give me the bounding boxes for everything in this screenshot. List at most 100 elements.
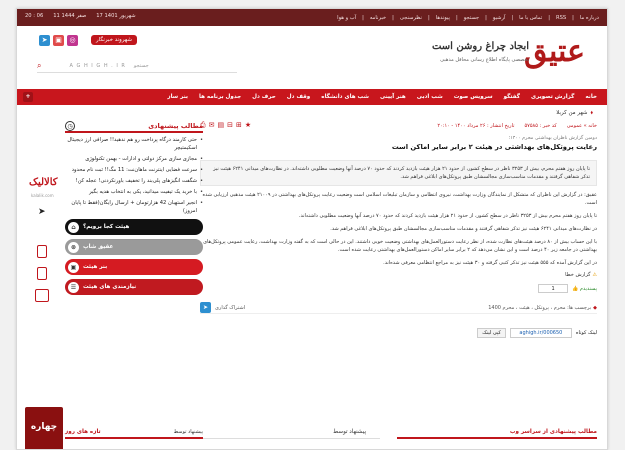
web-suggestions-title: مطالب پیشنهادی از سراسر وب <box>397 427 597 439</box>
suggested-item[interactable]: شگفت انگیزهای پلی‌بند را تخفیف باورنکردن… <box>65 177 203 185</box>
laptop-icon <box>35 289 49 302</box>
report-error-label[interactable]: گزارش خطا <box>565 272 590 278</box>
breadcrumb: ⬧شهر من کربلا <box>556 110 593 117</box>
nav-item[interactable]: حرف دل <box>252 94 276 100</box>
bottom-headers: مطالب پیشنهادی از سراسر وب پیشنهاد توسط <box>200 427 597 441</box>
bookmark-icon[interactable]: ★ <box>245 121 251 130</box>
recent-by: پیشنهاد توسط <box>173 429 203 435</box>
report-error[interactable]: ⚠گزارش خطا <box>200 272 597 278</box>
main-nav: خانه گزارش تصویری گفتگو سرویس صوت شب ادب… <box>17 89 607 105</box>
nav-item[interactable]: گزارش تصویری <box>531 94 574 100</box>
shop-label[interactable]: عقیق شاپ <box>83 244 113 250</box>
tag-icon: ◆ <box>593 304 597 311</box>
ad-url[interactable]: kalalik.com <box>31 193 54 198</box>
pdf-icon[interactable]: ▤ <box>217 121 224 130</box>
copy-link-button[interactable]: کپی لینک <box>477 328 506 338</box>
location-pin-icon: ⬧ <box>590 110 593 116</box>
top-link[interactable]: جستجو <box>464 15 479 21</box>
suggested-item[interactable]: سرعت فضایی اینترنت ماهان‌نت: 11 مگ!! ثبت… <box>65 166 203 174</box>
nav-item[interactable]: گفتگو <box>504 94 520 100</box>
like-count: 1 <box>538 284 569 293</box>
suggested-item[interactable]: حتی کارمند درگاه پرداخت رو هم ندهید!! صر… <box>65 136 203 152</box>
nav-item[interactable]: بنر ساز <box>167 94 188 100</box>
short-link-box: لینک کوتاه aghigh.ir/000650 کپی لینک <box>200 328 597 338</box>
top-link[interactable]: آرشیو <box>493 15 506 21</box>
search-icon[interactable]: ⌕ <box>37 61 41 71</box>
nav-item[interactable]: شب های دانشگاه <box>321 94 369 100</box>
search-input[interactable]: A G H I G H . I R <box>69 63 125 69</box>
email-icon[interactable]: ✉ <box>209 121 215 130</box>
top-link[interactable]: نظرسنجی <box>400 15 422 21</box>
chahar-ad[interactable]: چهاره <box>25 407 63 449</box>
recent-title: تازه های روز <box>65 429 101 435</box>
top-link[interactable]: درباره ما <box>580 15 599 21</box>
banner-label[interactable]: بنر هیئت <box>83 264 107 270</box>
top-links: درباره ما | RSS | تماس با ما | آرشیو | جستجو… <box>337 14 599 21</box>
like-bar: 1 👍 پسندیدم <box>200 284 597 293</box>
social-icons: ➤ ▣ ◎ <box>39 35 78 46</box>
tags-text[interactable]: برچسب ها: محرم ، پروتکل ، هیئت ، محرم 14… <box>488 305 591 311</box>
article-tools: ⎙ ✉ ▤ ⊟ ⊞ ★ <box>200 121 251 130</box>
ad-brand[interactable]: کالالیک <box>29 177 58 188</box>
where-to-go-label[interactable]: هیئت کجا برویم؟ <box>83 224 129 230</box>
top-link[interactable]: خبرنامه <box>370 15 386 21</box>
breadcrumb-text[interactable]: شهر من کربلا <box>556 110 587 116</box>
site-logo[interactable]: عتیق <box>524 30 585 78</box>
site-header: عتیق ابجاد چراغ روشن است تخصصی پایگاه اط… <box>17 26 607 89</box>
tags-row: ◆برچسب ها: محرم ، پروتکل ، هیئت ، محرم 1… <box>200 302 597 314</box>
hijri-date: 11 صفر 1444 <box>53 13 87 19</box>
share-area: اشتراک گذاری ➤ <box>200 302 245 313</box>
suggested-item[interactable]: با خرید یک تیفیت میدانید، یکی به انتخاب … <box>65 188 203 196</box>
article-body: عقیق: در گزارش این ناظران که متشکل از نم… <box>200 191 597 267</box>
article-subtitle: دومین گزارش ناظران بهداشتی محرم ۱۴۰۰؛ <box>508 136 597 141</box>
meta-section[interactable]: خانه » عمومی <box>567 123 597 129</box>
instagram-icon[interactable]: ◎ <box>67 35 78 46</box>
top-link[interactable]: تماس با ما <box>519 15 542 21</box>
share-label: اشتراک گذاری <box>215 304 246 311</box>
image-icon: ▣ <box>68 261 79 273</box>
search-bar[interactable]: ⌕ A G H I G H . I R جستجو <box>37 60 237 73</box>
banner-button[interactable]: بنر هیئت ▣ <box>65 259 203 275</box>
site-subtitle: تخصصی پایگاه اطلاع رسانی محافل مذهبی <box>440 57 529 63</box>
search-label: جستجو <box>133 63 149 69</box>
browser-frame: درباره ما | RSS | تماس با ما | آرشیو | جستجو… <box>0 0 625 450</box>
telegram-icon[interactable]: ➤ <box>39 35 50 46</box>
meta-code: کد خبر : ۵۷۵۸۵ <box>524 123 557 129</box>
top-link[interactable]: RSS <box>556 15 566 21</box>
nav-item[interactable]: هنر آیینی <box>380 94 406 100</box>
sidebar-main: مطالب پیشنهادی ◷ حتی کارمند درگاه پرداخت… <box>65 121 203 295</box>
short-link-field[interactable]: aghigh.ir/000650 <box>509 328 572 338</box>
map-icon: ⌂ <box>68 221 79 233</box>
like-label[interactable]: پسندیدم <box>580 286 597 292</box>
clock-icon: ◷ <box>65 121 75 131</box>
aparat-icon[interactable]: ▣ <box>53 35 64 46</box>
nav-item[interactable]: جدول برنامه ها <box>199 94 241 100</box>
font-increase-icon[interactable]: ⊞ <box>236 121 242 130</box>
citizen-reporter-button[interactable]: شهروند خبرنگار <box>91 35 137 45</box>
needs-button[interactable]: نیازمندی های هیئت ☰ <box>65 279 203 295</box>
suggested-item[interactable]: مجازی سازی مرکز دولتی و ادارات - بهمن تک… <box>65 155 203 163</box>
nav-item[interactable]: وقف دل <box>287 94 310 100</box>
sidebar-title-bar: مطالب پیشنهادی ◷ <box>65 121 203 133</box>
date-display: 20 : 06 11 صفر 1444 17 شهریور 1401 <box>25 13 136 19</box>
article-lead: تا پایان روز هفتم محرم، بیش از ۳۲۵۳ ناظر… <box>200 160 597 186</box>
article-paragraph: در نظارت‌های میدانی ۶۲۴۱ هیئت نیز تذکر ش… <box>330 226 597 232</box>
nav-item[interactable]: سرویس صوت <box>454 94 493 100</box>
where-to-go-button[interactable]: هیئت کجا برویم؟ ⌂ <box>65 219 203 235</box>
nav-item[interactable]: شب ادبی <box>417 94 443 100</box>
top-link[interactable]: آب و هوا <box>337 15 356 21</box>
telegram-share-icon[interactable]: ➤ <box>200 302 211 313</box>
like-button[interactable]: 👍 پسندیدم <box>572 286 597 292</box>
font-decrease-icon[interactable]: ⊟ <box>227 121 233 130</box>
suggested-by: پیشنهاد توسط <box>200 427 380 439</box>
article: خانه » عمومی کد خبر : ۵۷۵۸۵ تاریخ انتشار… <box>200 121 597 338</box>
suggested-item[interactable]: انجیر استهبان 42 هزارتومان + ارسال رایگا… <box>65 199 203 215</box>
nav-more-button[interactable]: + <box>23 92 33 102</box>
needs-label[interactable]: نیازمندی های هیئت <box>83 284 136 290</box>
kalalik-ad[interactable]: کالالیک kalalik.com ➤ <box>25 133 63 302</box>
warning-icon: ⚠ <box>592 272 597 278</box>
top-link[interactable]: پیوندها <box>436 15 450 21</box>
shop-button[interactable]: عقیق شاپ ⊛ <box>65 239 203 255</box>
top-bar: درباره ما | RSS | تماس با ما | آرشیو | جستجو… <box>17 9 607 26</box>
nav-item-home[interactable]: خانه <box>585 94 597 100</box>
